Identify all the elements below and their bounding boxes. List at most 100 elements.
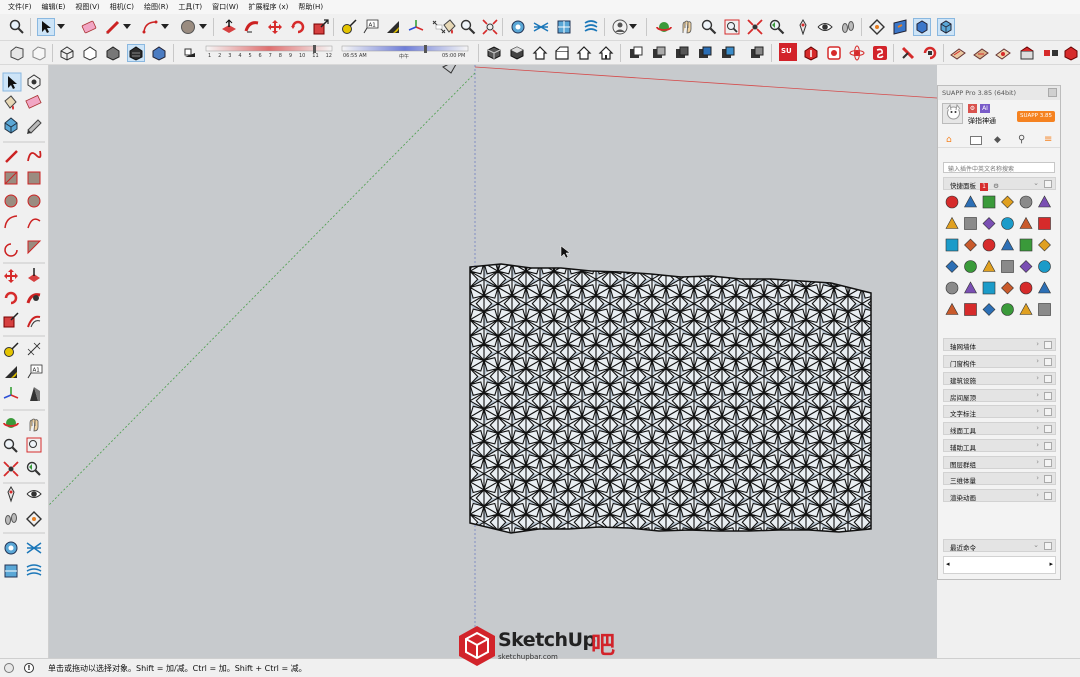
quick-tool-icon[interactable] <box>945 260 959 273</box>
quick-tool-icon[interactable] <box>1001 281 1014 295</box>
suapp-tool-9-icon[interactable] <box>994 44 1012 62</box>
walk-icon[interactable] <box>839 18 857 36</box>
menu-view[interactable]: 视图(V) <box>70 2 104 12</box>
quick-tool-icon[interactable] <box>1019 302 1033 315</box>
bucket-tab-icon[interactable]: ◆ <box>994 135 1001 145</box>
recent-commands-scrollbar[interactable]: ◂ ▸ <box>943 556 1056 574</box>
quick-tool-icon[interactable] <box>982 303 996 316</box>
suapp-tool-1-icon[interactable] <box>509 18 527 36</box>
category-building-facilities[interactable]: 建筑设施 › <box>943 372 1056 385</box>
hidden-line-icon[interactable] <box>81 44 99 62</box>
category-helper-tools[interactable]: 辅助工具 › <box>943 439 1056 452</box>
view-left-icon[interactable] <box>597 44 615 62</box>
previous-icon[interactable] <box>26 461 41 476</box>
zoom-icon[interactable] <box>3 438 18 453</box>
arc-icon[interactable] <box>141 18 159 36</box>
section-plane-icon[interactable] <box>26 511 42 527</box>
pan-icon[interactable] <box>29 418 39 432</box>
quick-tool-icon[interactable] <box>964 238 977 252</box>
quick-tool-icon[interactable] <box>964 217 977 230</box>
user-icon[interactable] <box>611 18 629 36</box>
category-line-face-tools[interactable]: 线面工具 › <box>943 422 1056 435</box>
quick-tool-icon[interactable] <box>964 303 977 316</box>
category-layers-groups[interactable]: 图层群组 › <box>943 456 1056 469</box>
component-edit-icon[interactable] <box>4 117 18 134</box>
rotate-icon[interactable] <box>4 291 18 305</box>
pie-icon[interactable] <box>4 243 18 257</box>
style-3-icon[interactable] <box>673 44 691 62</box>
zoom-extents-icon[interactable] <box>3 461 19 477</box>
search-tab-icon[interactable]: ⚲ <box>1018 134 1025 145</box>
geo-location-icon[interactable] <box>4 663 14 673</box>
gear-icon[interactable]: ⚙ <box>993 182 999 190</box>
select-tool-icon[interactable] <box>37 18 55 36</box>
style-2-icon[interactable] <box>650 44 668 62</box>
axes-icon[interactable] <box>3 387 19 399</box>
menu-tab-icon[interactable]: ≡ <box>1044 134 1052 145</box>
list-tab-icon[interactable] <box>970 136 982 145</box>
quick-tool-icon[interactable] <box>982 217 996 230</box>
position-camera-icon[interactable] <box>794 18 812 36</box>
version-badge[interactable]: SUAPP 3.85 <box>1017 111 1055 122</box>
walk-icon[interactable] <box>5 513 17 525</box>
quick-tool-icon[interactable] <box>1001 217 1014 230</box>
asanoha-pattern-mesh[interactable] <box>428 239 918 563</box>
view-iso-icon[interactable] <box>485 44 503 62</box>
display-section-planes-icon[interactable] <box>891 18 909 36</box>
category-axis-walls[interactable]: 轴网墙体 › <box>943 338 1056 351</box>
quick-tool-icon[interactable] <box>945 238 959 252</box>
suapp-quick-4-icon[interactable] <box>26 564 42 576</box>
quick-tool-icon[interactable] <box>1038 260 1051 273</box>
monochrome-icon[interactable] <box>150 44 168 62</box>
scale-icon[interactable] <box>3 312 19 328</box>
protractor-icon[interactable] <box>384 18 402 36</box>
suapp-red-tool-3-icon[interactable] <box>848 44 866 62</box>
menu-file[interactable]: 文件(F) <box>3 2 37 12</box>
suapp-tool-10-icon[interactable] <box>1018 44 1036 62</box>
orbit-icon[interactable] <box>655 18 673 36</box>
view-right-icon[interactable] <box>553 44 571 62</box>
scroll-right-icon[interactable]: ▸ <box>1049 560 1053 568</box>
quick-tool-icon[interactable] <box>982 195 996 209</box>
tape-measure-icon[interactable] <box>340 18 358 36</box>
suapp-tool-6-icon[interactable] <box>921 44 939 62</box>
chevron-down-icon[interactable]: ⌄ <box>1033 179 1039 187</box>
quick-tool-icon[interactable] <box>1037 281 1052 294</box>
quick-tool-icon[interactable] <box>1019 281 1033 295</box>
suapp-tool-12-icon[interactable] <box>1062 44 1080 62</box>
suapp-quick-2-icon[interactable] <box>26 542 42 554</box>
look-around-icon[interactable] <box>816 18 834 36</box>
shape-dropdown-icon[interactable] <box>198 18 208 36</box>
suapp-logo-icon[interactable]: SU <box>779 43 797 61</box>
avatar[interactable] <box>942 103 963 124</box>
follow-me-icon[interactable] <box>243 18 261 36</box>
settings-badge-icon[interactable]: ⚙ <box>968 104 977 113</box>
style-4-icon[interactable] <box>696 44 714 62</box>
push-pull-icon[interactable] <box>220 18 238 36</box>
suapp-tool-5-icon[interactable] <box>899 44 917 62</box>
suapp-tool-8-icon[interactable] <box>972 44 990 62</box>
style-1-icon[interactable] <box>627 44 645 62</box>
paint-bucket-icon[interactable] <box>440 18 458 36</box>
quick-tool-icon[interactable] <box>1019 216 1033 229</box>
rotated-rectangle-icon[interactable] <box>27 171 41 185</box>
home-tab-icon[interactable]: ⌂ <box>946 135 960 146</box>
dimension-icon[interactable] <box>27 342 41 356</box>
quick-panel-header[interactable]: 快捷面板 1 ⚙ ⌄ <box>943 177 1056 191</box>
3d-text-icon[interactable] <box>30 387 40 401</box>
axes-icon[interactable] <box>407 18 425 36</box>
style-5-icon[interactable] <box>719 44 737 62</box>
view-front-icon[interactable] <box>531 44 549 62</box>
quick-tool-icon[interactable] <box>964 260 977 273</box>
quick-tool-icon[interactable] <box>963 195 978 208</box>
protractor-icon[interactable] <box>5 366 17 378</box>
tape-measure-icon[interactable] <box>4 342 19 357</box>
move-icon[interactable] <box>266 18 284 36</box>
suapp-red-tool-1-icon[interactable] <box>802 44 820 62</box>
eraser-icon[interactable] <box>80 18 98 36</box>
quick-tool-icon[interactable] <box>1019 238 1033 252</box>
quick-tool-icon[interactable] <box>982 259 996 272</box>
suapp-red-tool-2-icon[interactable] <box>825 44 843 62</box>
polygon-icon[interactable] <box>27 194 41 208</box>
info-icon[interactable]: ! <box>24 663 34 673</box>
